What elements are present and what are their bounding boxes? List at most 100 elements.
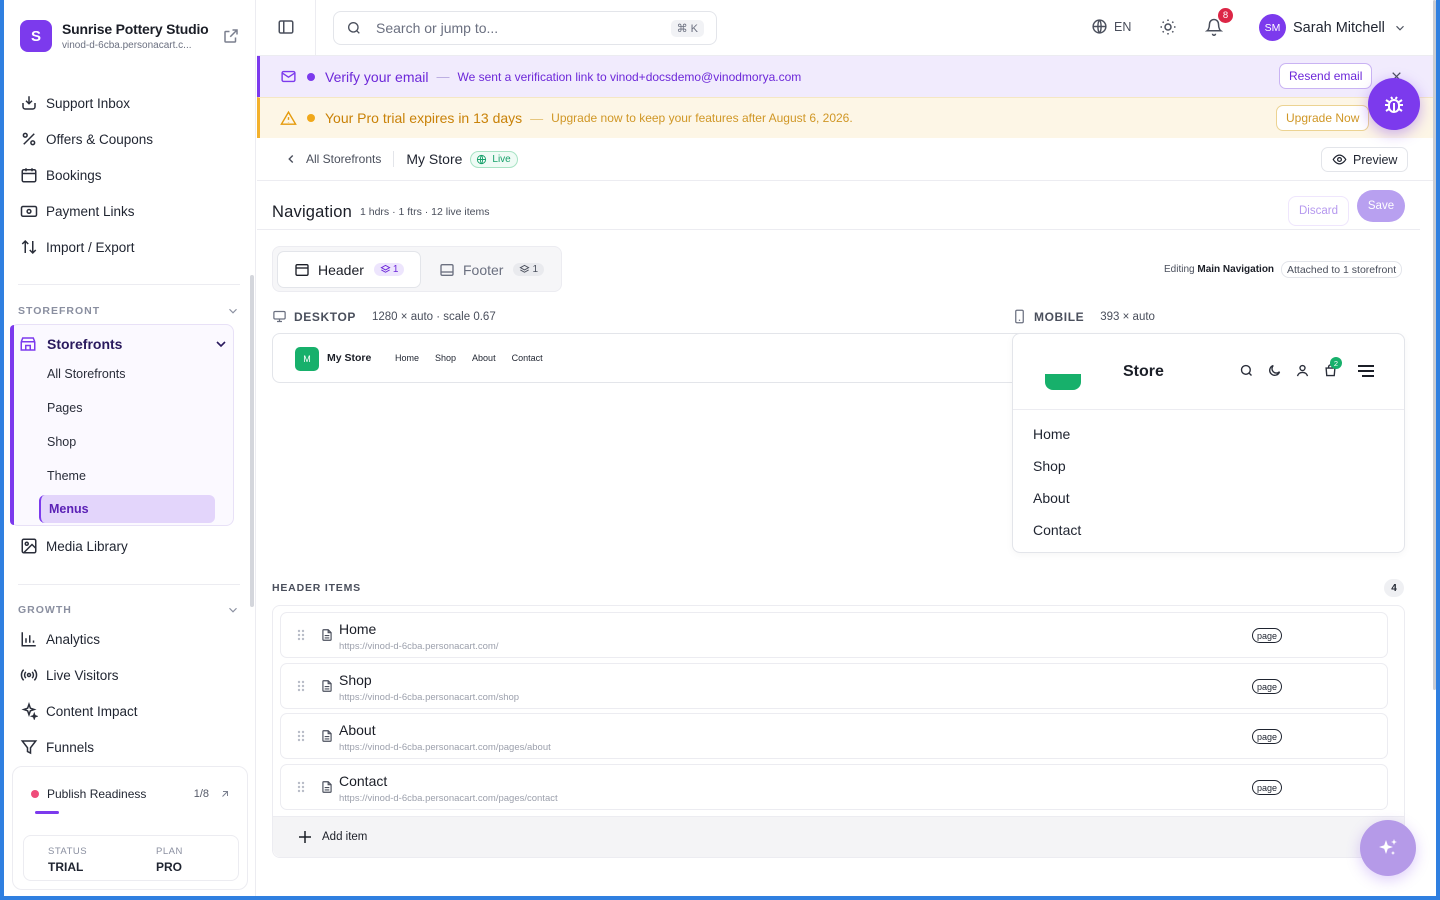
sidebar-item-content-impact[interactable]: Content Impact (20, 696, 240, 726)
page-scrollbar[interactable] (1433, 0, 1436, 690)
drag-handle-icon[interactable] (297, 781, 305, 793)
tab-label: Header (318, 261, 364, 278)
list-item[interactable]: Home https://vinod-d-6cba.personacart.co… (280, 612, 1388, 658)
arrows-updown-icon (21, 239, 37, 255)
readiness-count: 1/8 (193, 788, 209, 800)
sidebar-subitem-shop[interactable]: Shop (39, 428, 215, 456)
upgrade-now-button[interactable]: Upgrade Now (1276, 105, 1370, 131)
navigation-header: Navigation 1 hdrs · 1 ftrs · 12 live ite… (272, 190, 1405, 228)
mobile-header-icons (1239, 363, 1338, 378)
divider (315, 0, 316, 56)
item-url: https://vinod-d-6cba.personacart.com/pag… (339, 742, 551, 753)
plan-value: PRO (156, 860, 183, 874)
tab-count: 1 (513, 263, 545, 276)
sidebar-item-storefronts[interactable]: Storefronts (19, 329, 229, 359)
navigation-meta: 1 hdrs · 1 ftrs · 12 live items (359, 206, 490, 218)
language-switcher[interactable]: EN (1091, 18, 1131, 35)
editing-name: Main Navigation (1197, 264, 1275, 275)
drag-handle-icon[interactable] (297, 680, 305, 692)
publish-readiness-card[interactable]: Publish Readiness 1/8 STATUS TRIAL PLAN … (12, 766, 248, 890)
section-growth[interactable]: GROWTH (18, 603, 240, 617)
brand-name: Sunrise Pottery Studio (62, 21, 209, 37)
warning-icon (280, 110, 297, 125)
discard-button[interactable]: Discard (1288, 196, 1349, 226)
user-menu[interactable]: SM Sarah Mitchell (1259, 14, 1407, 41)
globe-icon (477, 154, 487, 164)
list-item[interactable]: Shop https://vinod-d-6cba.personacart.co… (280, 663, 1388, 709)
preview-button[interactable]: Preview (1321, 147, 1409, 172)
breadcrumb-all-storefronts[interactable]: All Storefronts (306, 152, 381, 166)
preview-label: Preview (1353, 152, 1398, 167)
resend-email-button[interactable]: Resend email (1279, 63, 1373, 89)
add-item-button[interactable]: Add item (273, 816, 1404, 857)
sidebar-item-label: Content Impact (46, 703, 138, 719)
status-badge: Live (470, 150, 518, 168)
sidebar-item-label: Storefronts (47, 336, 123, 352)
sidebar-toggle-icon[interactable] (277, 18, 295, 36)
ai-assistant-button[interactable] (1360, 820, 1416, 876)
section-label: STOREFRONT (18, 305, 101, 317)
sidebar-item-bookings[interactable]: Bookings (20, 160, 240, 190)
sidebar-subitem-theme[interactable]: Theme (39, 462, 215, 490)
chevron-left-icon[interactable] (284, 152, 298, 166)
tab-footer[interactable]: Footer 1 (423, 251, 559, 288)
sidebar-item-label: Offers & Coupons (46, 131, 154, 147)
storefronts-group: Storefronts All Storefronts Pages Shop T… (10, 324, 234, 526)
header-items-list: Home https://vinod-d-6cba.personacart.co… (272, 605, 1405, 858)
tab-count: 1 (373, 263, 405, 276)
drag-handle-icon[interactable] (297, 730, 305, 742)
preview-link: Home (1033, 426, 1071, 442)
sun-icon[interactable] (1159, 18, 1177, 36)
search-icon (348, 22, 360, 34)
preview-store-name: My Store (327, 352, 372, 364)
tab-count-value: 1 (532, 264, 539, 275)
item-type-badge: page (1252, 679, 1283, 694)
sidebar-item-media-library[interactable]: Media Library (20, 531, 240, 561)
funnel-icon (20, 740, 38, 755)
sidebar-item-analytics[interactable]: Analytics (20, 624, 240, 654)
tab-header[interactable]: Header 1 (277, 251, 421, 288)
chevron-down-icon (229, 607, 237, 613)
sidebar-item-label: Support Inbox (46, 95, 131, 111)
brand-switcher[interactable]: S Sunrise Pottery Studio vinod-d-6cba.pe… (20, 18, 240, 54)
sidebar-item-label: Bookings (46, 167, 102, 183)
plan-label: PLAN (156, 846, 183, 857)
sidebar-item-payment-links[interactable]: Payment Links (20, 196, 240, 226)
store-logo (1045, 374, 1081, 390)
readiness-label: Publish Readiness (47, 787, 147, 801)
save-button[interactable]: Save (1357, 190, 1405, 222)
user-name: Sarah Mitchell (1293, 19, 1385, 36)
list-item[interactable]: About https://vinod-d-6cba.personacart.c… (280, 713, 1388, 759)
section-storefront[interactable]: STOREFRONT (18, 304, 240, 318)
sidebar-item-import-export[interactable]: Import / Export (20, 232, 240, 262)
sidebar-item-live-visitors[interactable]: Live Visitors (20, 660, 240, 690)
sidebar-subitem-menus[interactable]: Menus (39, 495, 215, 523)
editing-prefix: Editing (1164, 264, 1195, 275)
banner-separator: — (436, 69, 450, 84)
search-input[interactable]: Search or jump to... ⌘ K (333, 11, 717, 45)
status-label: Live (492, 153, 511, 165)
trial-banner: Your Pro trial expires in 13 days — Upgr… (257, 97, 1436, 138)
status-dot (307, 72, 315, 81)
sidebar-item-label: Media Library (46, 538, 128, 554)
sidebar-subitem-all-storefronts[interactable]: All Storefronts (39, 360, 215, 388)
item-title: Contact (339, 773, 388, 789)
sidebar-item-support-inbox[interactable]: Support Inbox (20, 88, 240, 118)
external-link-icon[interactable] (222, 27, 240, 45)
item-title: Home (339, 621, 377, 637)
sidebar-item-offers[interactable]: Offers & Coupons (20, 124, 240, 154)
mobile-menu-links: Home Shop About Contact (1033, 426, 1081, 552)
layers-icon (519, 264, 531, 273)
bug-report-button[interactable] (1368, 78, 1420, 130)
drag-handle-icon[interactable] (297, 629, 305, 641)
sidebar-item-label: Payment Links (46, 203, 135, 219)
divider (18, 584, 240, 585)
item-type-badge: page (1252, 729, 1283, 744)
sidebar-scrollbar[interactable] (250, 275, 254, 607)
list-item[interactable]: Contact https://vinod-d-6cba.personacart… (280, 764, 1388, 810)
banner-title: Your Pro trial expires in 13 days (325, 110, 523, 126)
verify-email-banner: Verify your email — We sent a verificati… (257, 56, 1436, 97)
sidebar-subitem-pages[interactable]: Pages (39, 394, 215, 422)
sidebar-item-funnels[interactable]: Funnels (20, 732, 240, 762)
banner-text: We sent a verification link to vinod+doc… (457, 69, 802, 84)
